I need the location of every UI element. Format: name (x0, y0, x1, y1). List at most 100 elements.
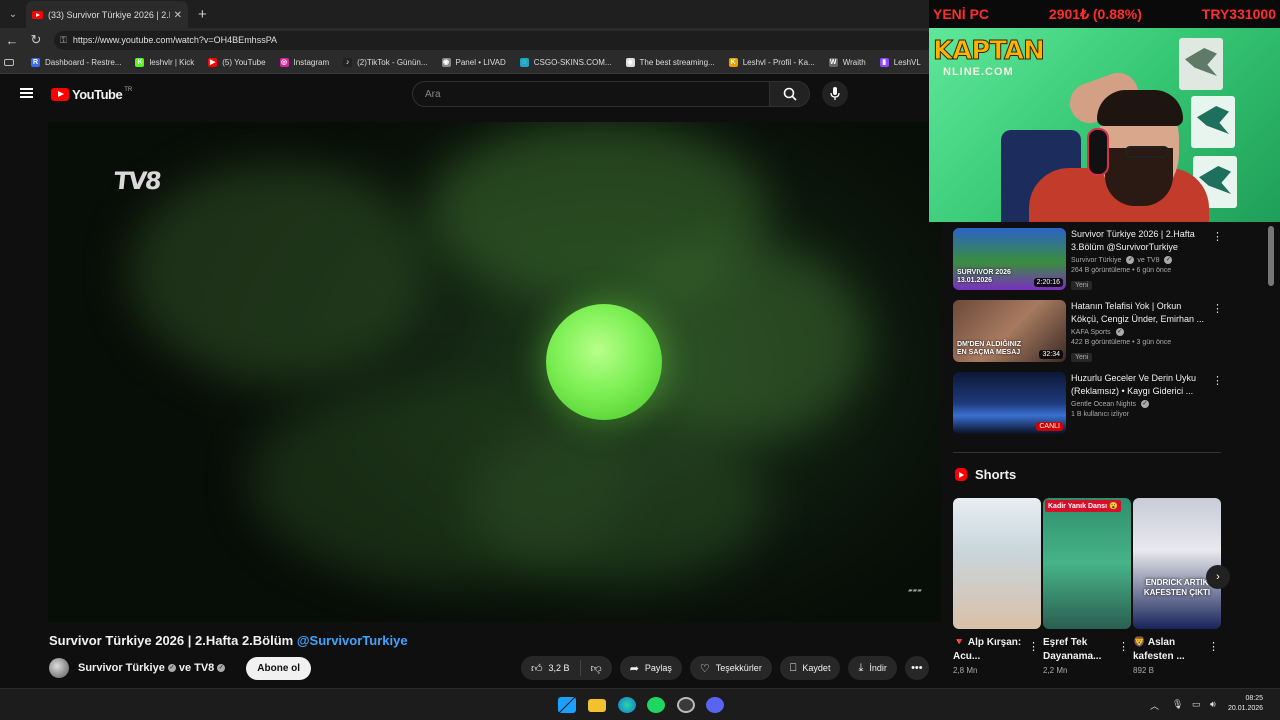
share-button[interactable]: ➦ Paylaş (619, 656, 682, 680)
subscribe-button[interactable]: Abone ol (246, 656, 312, 680)
more-vertical-icon[interactable]: ⋮ (1212, 302, 1223, 315)
video-thumbnail[interactable]: CANLI (953, 372, 1066, 434)
video-thumbnail[interactable]: SURVIVOR 2026 13.01.2026 2:20:16 (953, 228, 1066, 290)
voice-search-button[interactable] (822, 81, 848, 107)
address-bar[interactable]: ⚿ https://www.youtube.com/watch?v=OH4BEm… (54, 30, 934, 50)
recommended-title[interactable]: Huzurlu Geceler Ve Derin Uyku (Reklamsız… (1071, 372, 1211, 398)
short-title[interactable]: 🔻 Alp Kırşan: Acu... (953, 636, 1025, 664)
short-thumbnail[interactable]: ENDRICK ARTIK KAFESTEN ÇIKTI (1133, 498, 1221, 629)
short-views: 2,8 Mn (953, 666, 978, 675)
recommended-meta: 264 B görüntüleme • 6 gün önce (1071, 267, 1172, 274)
recommended-title[interactable]: Survivor Türkiye 2026 | 2.Hafta 3.Bölüm … (1071, 228, 1211, 254)
edge-browser-icon[interactable] (618, 697, 636, 713)
bookmark-label: The best streaming... (639, 58, 715, 67)
bookmark-item[interactable]: ◎ Instagram (279, 58, 329, 67)
system-clock[interactable]: 08:25 20.01.2026 (1228, 694, 1263, 714)
poster-image (1191, 96, 1235, 148)
bookmark-item[interactable]: ◌ CSGO-SKINS.COM... (519, 58, 612, 67)
video-info: Hatanın Telafisi Yok | Orkun Kökçü, Ceng… (1071, 300, 1211, 364)
windows-start-icon[interactable] (558, 697, 576, 713)
network-icon[interactable]: ▭ (1192, 699, 1201, 710)
video-player[interactable]: TV8 ▰▰▰ (48, 122, 941, 622)
region-code: TR (124, 86, 133, 93)
shorts-icon (955, 468, 967, 481)
menu-icon[interactable] (20, 88, 33, 98)
live-badge: CANLI (1036, 422, 1063, 431)
more-vertical-icon[interactable]: ⋮ (1208, 640, 1219, 653)
bookmark-item[interactable]: Kleshvlr | Kick (135, 58, 194, 67)
recommended-video[interactable]: DM'DEN ALDIĞINIZ EN SAÇMA MESAJ 32:34 Hata… (953, 300, 1273, 366)
bookmark-item[interactable]: ▶ (5) YouTube (208, 58, 266, 67)
bookmark-item[interactable]: ♪ (2)TikTok - Günün... (343, 58, 428, 67)
discord-icon[interactable] (706, 697, 724, 713)
tab-active[interactable]: (33) Survivor Türkiye 2026 | 2.Hafta ✕ (26, 1, 188, 29)
channel-handle-link[interactable]: @SurvivorTurkiye (297, 633, 408, 648)
download-label: İndir (869, 663, 887, 673)
new-tab-icon[interactable]: + (198, 6, 207, 23)
more-vertical-icon[interactable]: ⋮ (1028, 640, 1039, 653)
short-thumbnail[interactable]: Kadir Yanık Dansı 😮 (1043, 498, 1131, 629)
recommended-title[interactable]: Hatanın Telafisi Yok | Orkun Kökçü, Ceng… (1071, 300, 1211, 326)
recommended-meta: 422 B görüntüleme • 3 gün önce (1071, 339, 1172, 346)
search-button[interactable] (770, 81, 810, 107)
more-actions-button[interactable]: ••• (904, 656, 929, 680)
download-button[interactable]: ⤓ İndir (848, 656, 897, 680)
duration-badge: 2:20:16 (1033, 278, 1063, 287)
bookmark-item[interactable]: W Wraith (828, 58, 866, 67)
short-title[interactable]: 🦁 Aslan kafesten ... (1133, 636, 1205, 664)
bookmark-favicon-icon: W (828, 58, 838, 67)
tray-chevron-up-icon[interactable]: ︿ (1150, 699, 1159, 712)
volume-icon[interactable]: 🔊︎ (1210, 699, 1216, 710)
bookmark-favicon-icon: ◉ (441, 58, 451, 67)
short-title[interactable]: Eşref Tek Dayanama... (1043, 636, 1115, 664)
bookmark-item[interactable]: K Leshvl - Profil - Ka... (728, 58, 815, 67)
channel-name[interactable]: Survivor Türkiye (78, 662, 165, 674)
short-item[interactable]: ENDRICK ARTIK KAFESTEN ÇIKTI 🦁 Aslan kafe… (1133, 498, 1221, 688)
bookmark-item[interactable]: ◆ The best streaming... (625, 58, 715, 67)
more-vertical-icon[interactable]: ⋮ (1118, 640, 1129, 653)
youtube-logo[interactable]: YouTube TR (51, 87, 132, 102)
bookmark-item[interactable]: R Dashboard - Restre... (31, 58, 121, 67)
shorts-next-button[interactable]: › (1206, 565, 1230, 589)
recommended-video[interactable]: CANLI Huzurlu Geceler Ve Derin Uyku (Rekl… (953, 372, 1273, 438)
youtube-wordmark: YouTube (72, 87, 123, 102)
new-badge: Yeni (1071, 353, 1093, 362)
dislike-button[interactable]: 👎︎ (581, 662, 612, 675)
thanks-button[interactable]: ♡ Teşekkürler (689, 656, 772, 680)
microphone-tray-icon[interactable]: 🎙︎ (1172, 699, 1183, 710)
recommended-video[interactable]: SURVIVOR 2026 13.01.2026 2:20:16 Survivor … (953, 228, 1273, 294)
search-input[interactable]: Ara (412, 81, 770, 107)
short-item[interactable]: 🔻 Alp Kırşan: Acu... 2,8 Mn ⋮ (953, 498, 1041, 688)
site-info-icon[interactable]: ⚿ (60, 35, 67, 46)
chevron-right-icon: › (1216, 571, 1220, 583)
bookmark-item[interactable]: ▮ LeshVL (879, 58, 921, 67)
apps-icon[interactable] (4, 59, 19, 66)
recommended-channel[interactable]: Gentle Ocean Nights ✓ (1071, 400, 1211, 408)
channel-avatar[interactable] (49, 658, 69, 678)
like-button[interactable]: 👍︎ 3,2 B (521, 660, 581, 676)
file-explorer-icon[interactable] (588, 699, 606, 712)
tab-close-icon[interactable]: ✕ (174, 10, 182, 21)
more-vertical-icon[interactable]: ⋮ (1212, 374, 1223, 387)
short-thumbnail[interactable] (953, 498, 1041, 629)
short-item[interactable]: Kadir Yanık Dansı 😮 Eşref Tek Dayanama...… (1043, 498, 1131, 688)
tab-search-icon[interactable]: ⌄ (0, 0, 26, 28)
spotify-icon[interactable] (647, 697, 665, 713)
headset-icon (1087, 128, 1109, 176)
clock-date: 20.01.2026 (1228, 705, 1264, 712)
verified-icon: ✓ (1115, 328, 1124, 336)
reload-icon[interactable]: ↻ (24, 32, 48, 48)
more-vertical-icon[interactable]: ⋮ (1212, 230, 1223, 243)
recommended-channel[interactable]: Survivor Türkiye ✓ ve TV8 ✓ (1071, 256, 1211, 264)
bookmark-item[interactable]: ◉ Panel • LIVAD (441, 58, 506, 67)
back-icon[interactable]: ← (0, 33, 24, 48)
recommended-channel[interactable]: KAFA Sports ✓ (1071, 328, 1211, 336)
kaptan-sign-sub: NLINE.COM (943, 66, 1014, 78)
video-thumbnail[interactable]: DM'DEN ALDIĞINIZ EN SAÇMA MESAJ 32:34 (953, 300, 1066, 362)
moon-image (546, 304, 662, 420)
steam-icon[interactable] (677, 697, 695, 713)
thanks-label: Teşekkürler (715, 663, 762, 673)
channel-name-secondary[interactable]: ve TV8 (179, 662, 214, 674)
save-button[interactable]: ⎕ Kaydet (779, 656, 841, 680)
survivor-watermark-icon: ▰▰▰ (908, 588, 922, 594)
